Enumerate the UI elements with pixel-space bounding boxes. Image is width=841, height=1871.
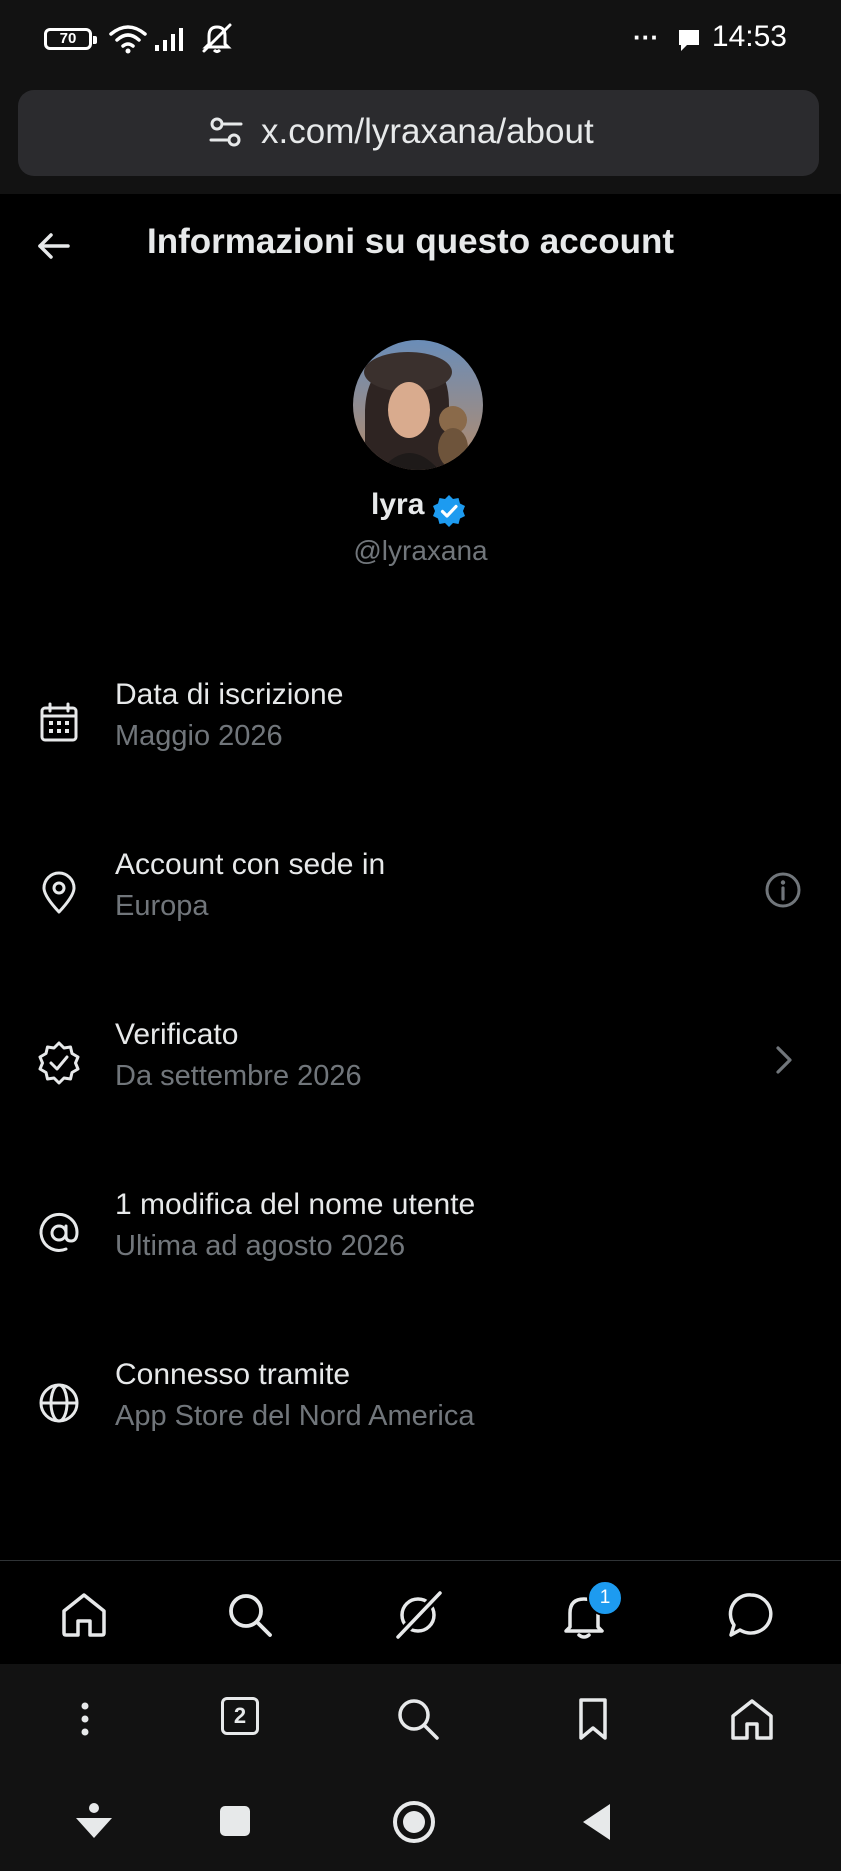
tabs-icon[interactable]: 2 — [221, 1697, 259, 1735]
info-subtitle: App Store del Nord America — [115, 1400, 475, 1432]
bookmark-icon[interactable] — [568, 1694, 618, 1744]
at-sign-icon — [39, 1212, 79, 1252]
info-icon[interactable] — [763, 870, 803, 910]
info-row-verified[interactable]: Verificato Da settembre 2026 — [0, 1018, 841, 1138]
overflow-indicator: ··· — [633, 22, 659, 52]
notifications-muted-icon — [202, 23, 232, 53]
display-name: lyra — [371, 488, 425, 521]
location-pin-icon — [42, 871, 76, 914]
battery-indicator: 70 — [44, 28, 97, 50]
info-subtitle: Da settembre 2026 — [115, 1060, 362, 1092]
home-icon[interactable] — [58, 1589, 110, 1641]
info-row-location: Account con sede in Europa — [0, 848, 841, 968]
signal-icon — [155, 28, 183, 51]
search-icon[interactable] — [224, 1589, 276, 1641]
info-subtitle: Maggio 2026 — [115, 720, 283, 752]
search-icon[interactable] — [393, 1694, 443, 1744]
avatar[interactable] — [353, 340, 483, 470]
home-button[interactable] — [392, 1800, 436, 1844]
url-field[interactable]: x.com/lyraxana/about — [18, 90, 819, 176]
app-bottom-nav — [0, 1560, 841, 1665]
back-arrow-icon[interactable] — [36, 228, 72, 264]
recents-button[interactable] — [218, 1804, 252, 1838]
avatar-image — [353, 340, 483, 470]
info-row-connected-via: Connesso tramite App Store del Nord Amer… — [0, 1358, 841, 1478]
verified-badge-icon — [38, 1041, 80, 1085]
info-subtitle: Ultima ad agosto 2026 — [115, 1230, 406, 1262]
messages-icon[interactable] — [725, 1589, 777, 1641]
menu-icon[interactable] — [60, 1694, 110, 1744]
calendar-icon — [40, 702, 78, 742]
site-settings-icon[interactable] — [208, 114, 244, 150]
info-title: Verificato — [115, 1018, 239, 1051]
system-nav-bar — [0, 1778, 841, 1871]
notification-badge: 1 — [587, 1580, 623, 1616]
clock: 14:53 — [711, 20, 787, 53]
handle: @lyraxana — [353, 535, 488, 566]
globe-icon — [39, 1383, 79, 1423]
home-icon[interactable] — [727, 1694, 777, 1744]
status-bar: 70 ··· 14:53 — [0, 0, 841, 90]
browser-toolbar — [0, 1664, 841, 1778]
info-row-username-changes: 1 modifica del nome utente Ultima ad ago… — [0, 1188, 841, 1308]
info-title: 1 modifica del nome utente — [115, 1188, 476, 1221]
chat-bubble-icon — [679, 30, 699, 51]
info-title: Data di iscrizione — [115, 678, 344, 711]
keyboard-hide-icon[interactable] — [74, 1800, 114, 1844]
verified-badge-icon[interactable] — [432, 494, 466, 528]
browser-address-bar: x.com/lyraxana/about — [0, 90, 841, 194]
back-button[interactable] — [580, 1802, 614, 1842]
wifi-icon — [109, 25, 147, 54]
info-title: Connesso tramite — [115, 1358, 351, 1391]
info-row-joined: Data di iscrizione Maggio 2026 — [0, 678, 841, 798]
grok-icon[interactable] — [392, 1589, 444, 1641]
info-title: Account con sede in — [115, 848, 386, 881]
info-subtitle: Europa — [115, 890, 209, 922]
url-text[interactable]: x.com/lyraxana/about — [261, 112, 594, 152]
page-title: Informazioni su questo account — [147, 222, 674, 261]
chevron-right-icon[interactable] — [763, 1040, 803, 1080]
